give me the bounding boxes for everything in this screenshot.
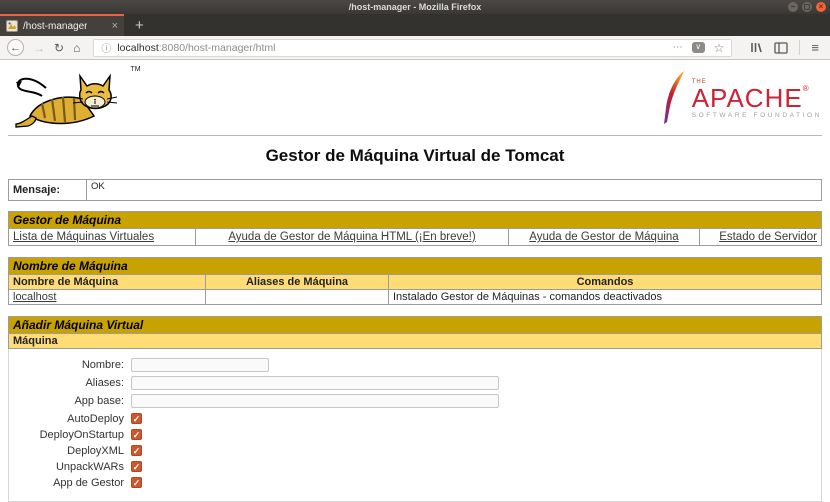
url-host: localhost (117, 41, 159, 54)
host-name-cell: localhost (8, 289, 206, 305)
sidebar-toggle-icon[interactable] (774, 41, 789, 54)
host-aliases-cell (205, 289, 389, 305)
unpackwars-checkbox[interactable]: ✓ (131, 461, 142, 472)
tab-bar: /host-manager × + (0, 14, 830, 36)
window-title: /host-manager - Mozilla Firefox (348, 2, 482, 12)
deployonstartup-checkbox[interactable]: ✓ (131, 429, 142, 440)
info-icon[interactable]: ⓘ (101, 40, 111, 55)
add-host-subtitle: Máquina (8, 333, 822, 349)
check-row-unpackwars: UnpackWARs ✓ (9, 460, 821, 473)
message-table: Mensaje: OK (8, 179, 822, 201)
column-header-commands: Comandos (388, 274, 822, 290)
check-row-manager-app: App de Gestor ✓ (9, 476, 821, 489)
tab-host-manager[interactable]: /host-manager × (0, 14, 124, 36)
maximize-button[interactable]: ◻ (802, 2, 812, 12)
hosts-section-title: Nombre de Máquina (8, 257, 822, 275)
nav-cell: Estado de Servidor (699, 228, 822, 246)
url-path: :8080/host-manager/html (158, 41, 276, 54)
link-host-manager-help-html[interactable]: Ayuda de Gestor de Máquina HTML (¡En bre… (228, 231, 475, 243)
window-titlebar: /host-manager - Mozilla Firefox − ◻ × (0, 0, 830, 14)
deployxml-checkbox[interactable]: ✓ (131, 445, 142, 456)
manager-section: Gestor de Máquina Lista de Máquinas Virt… (8, 211, 822, 246)
apache-logo: THE APACHE® SOFTWARE FOUNDATION (662, 66, 822, 128)
nav-cell: Lista de Máquinas Virtuales (8, 228, 196, 246)
aliases-field[interactable] (131, 376, 499, 390)
tab-favicon-icon (6, 20, 18, 32)
toolbar-separator (799, 40, 801, 55)
nav-cell: Ayuda de Gestor de Máquina HTML (¡En bre… (195, 228, 509, 246)
check-row-deployonstartup: DeployOnStartup ✓ (9, 428, 821, 441)
appbase-field[interactable] (131, 394, 499, 408)
tomcat-logo: TM (8, 66, 141, 135)
check-row-autodeploy: AutoDeploy ✓ (9, 412, 821, 425)
back-icon[interactable]: ← (7, 39, 24, 56)
column-header-host-aliases: Aliases de Máquina (205, 274, 389, 290)
toolbar-right: ≡ (745, 40, 823, 55)
form-row-aliases: Aliases: (9, 376, 821, 390)
apache-wordmark: THE APACHE® SOFTWARE FOUNDATION (692, 79, 822, 120)
manager-app-label: App de Gestor (53, 476, 124, 489)
page-actions-icon[interactable]: ⋯ (673, 42, 683, 53)
add-host-title: Añadir Máquina Virtual (8, 316, 822, 334)
close-button[interactable]: × (816, 2, 826, 12)
tab-close-icon[interactable]: × (112, 20, 118, 32)
autodeploy-label: AutoDeploy (67, 412, 124, 425)
url-text: localhost:8080/host-manager/html (117, 42, 275, 54)
apache-name: APACHE (691, 82, 803, 113)
manager-section-title: Gestor de Máquina (8, 211, 822, 229)
hosts-section: Nombre de Máquina Nombre de Máquina Alia… (8, 257, 822, 305)
message-value: OK (86, 179, 822, 201)
aliases-field-label: Aliases: (85, 377, 124, 389)
window-controls: − ◻ × (788, 2, 826, 12)
url-bar[interactable]: ⓘ localhost:8080/host-manager/html ⋯ ∨ ☆ (93, 38, 733, 57)
apache-registered-mark: ® (802, 83, 809, 93)
home-icon[interactable]: ⌂ (73, 42, 80, 54)
autodeploy-checkbox[interactable]: ✓ (131, 413, 142, 424)
library-icon[interactable] (749, 41, 763, 54)
menu-icon[interactable]: ≡ (811, 40, 819, 55)
apache-feather-icon (663, 71, 684, 124)
apache-subtitle: SOFTWARE FOUNDATION (691, 111, 822, 119)
name-field[interactable] (131, 358, 269, 372)
appbase-field-label: App base: (74, 395, 124, 407)
deployonstartup-label: DeployOnStartup (39, 428, 124, 441)
name-field-label: Nombre: (81, 359, 124, 371)
tomcat-cat-icon (15, 73, 118, 128)
add-host-section: Añadir Máquina Virtual Máquina (8, 316, 822, 349)
message-label: Mensaje: (8, 179, 87, 201)
tomcat-trademark: TM (130, 66, 141, 73)
bookmark-star-icon[interactable]: ☆ (714, 41, 725, 55)
deployxml-label: DeployXML (67, 444, 124, 457)
form-row-appbase: App base: (9, 394, 821, 408)
host-commands-cell: Instalado Gestor de Máquinas - comandos … (388, 289, 822, 305)
page-content: TM THE APACHE® SOFTWARE FOUNDATION Gesto… (0, 60, 830, 502)
tab-title: /host-manager (23, 20, 88, 32)
new-tab-button[interactable]: + (124, 14, 155, 36)
link-localhost[interactable]: localhost (13, 291, 56, 303)
forward-icon[interactable]: → (33, 42, 45, 54)
header-logos: TM THE APACHE® SOFTWARE FOUNDATION (8, 63, 822, 133)
link-list-virtual-hosts[interactable]: Lista de Máquinas Virtuales (13, 231, 154, 243)
nav-cell: Ayuda de Gestor de Máquina (508, 228, 700, 246)
add-host-form: Nombre: Aliases: App base: AutoDeploy ✓ … (8, 349, 822, 502)
url-actions: ⋯ ∨ ☆ (673, 41, 725, 55)
page-title: Gestor de Máquina Virtual de Tomcat (265, 146, 565, 165)
form-row-name: Nombre: (9, 358, 821, 372)
header-divider (8, 135, 822, 136)
table-row: localhost Instalado Gestor de Máquinas -… (8, 289, 822, 305)
manager-app-checkbox[interactable]: ✓ (131, 477, 142, 488)
navigation-bar: ← → ↻ ⌂ ⓘ localhost:8080/host-manager/ht… (0, 36, 830, 60)
pocket-icon[interactable]: ∨ (691, 42, 705, 53)
check-row-deployxml: DeployXML ✓ (9, 444, 821, 457)
minimize-button[interactable]: − (788, 2, 798, 12)
unpackwars-label: UnpackWARs (55, 460, 124, 473)
link-server-status[interactable]: Estado de Servidor (719, 231, 817, 243)
link-host-manager-help[interactable]: Ayuda de Gestor de Máquina (529, 231, 678, 243)
column-header-host-name: Nombre de Máquina (8, 274, 206, 290)
reload-icon[interactable]: ↻ (54, 42, 64, 54)
